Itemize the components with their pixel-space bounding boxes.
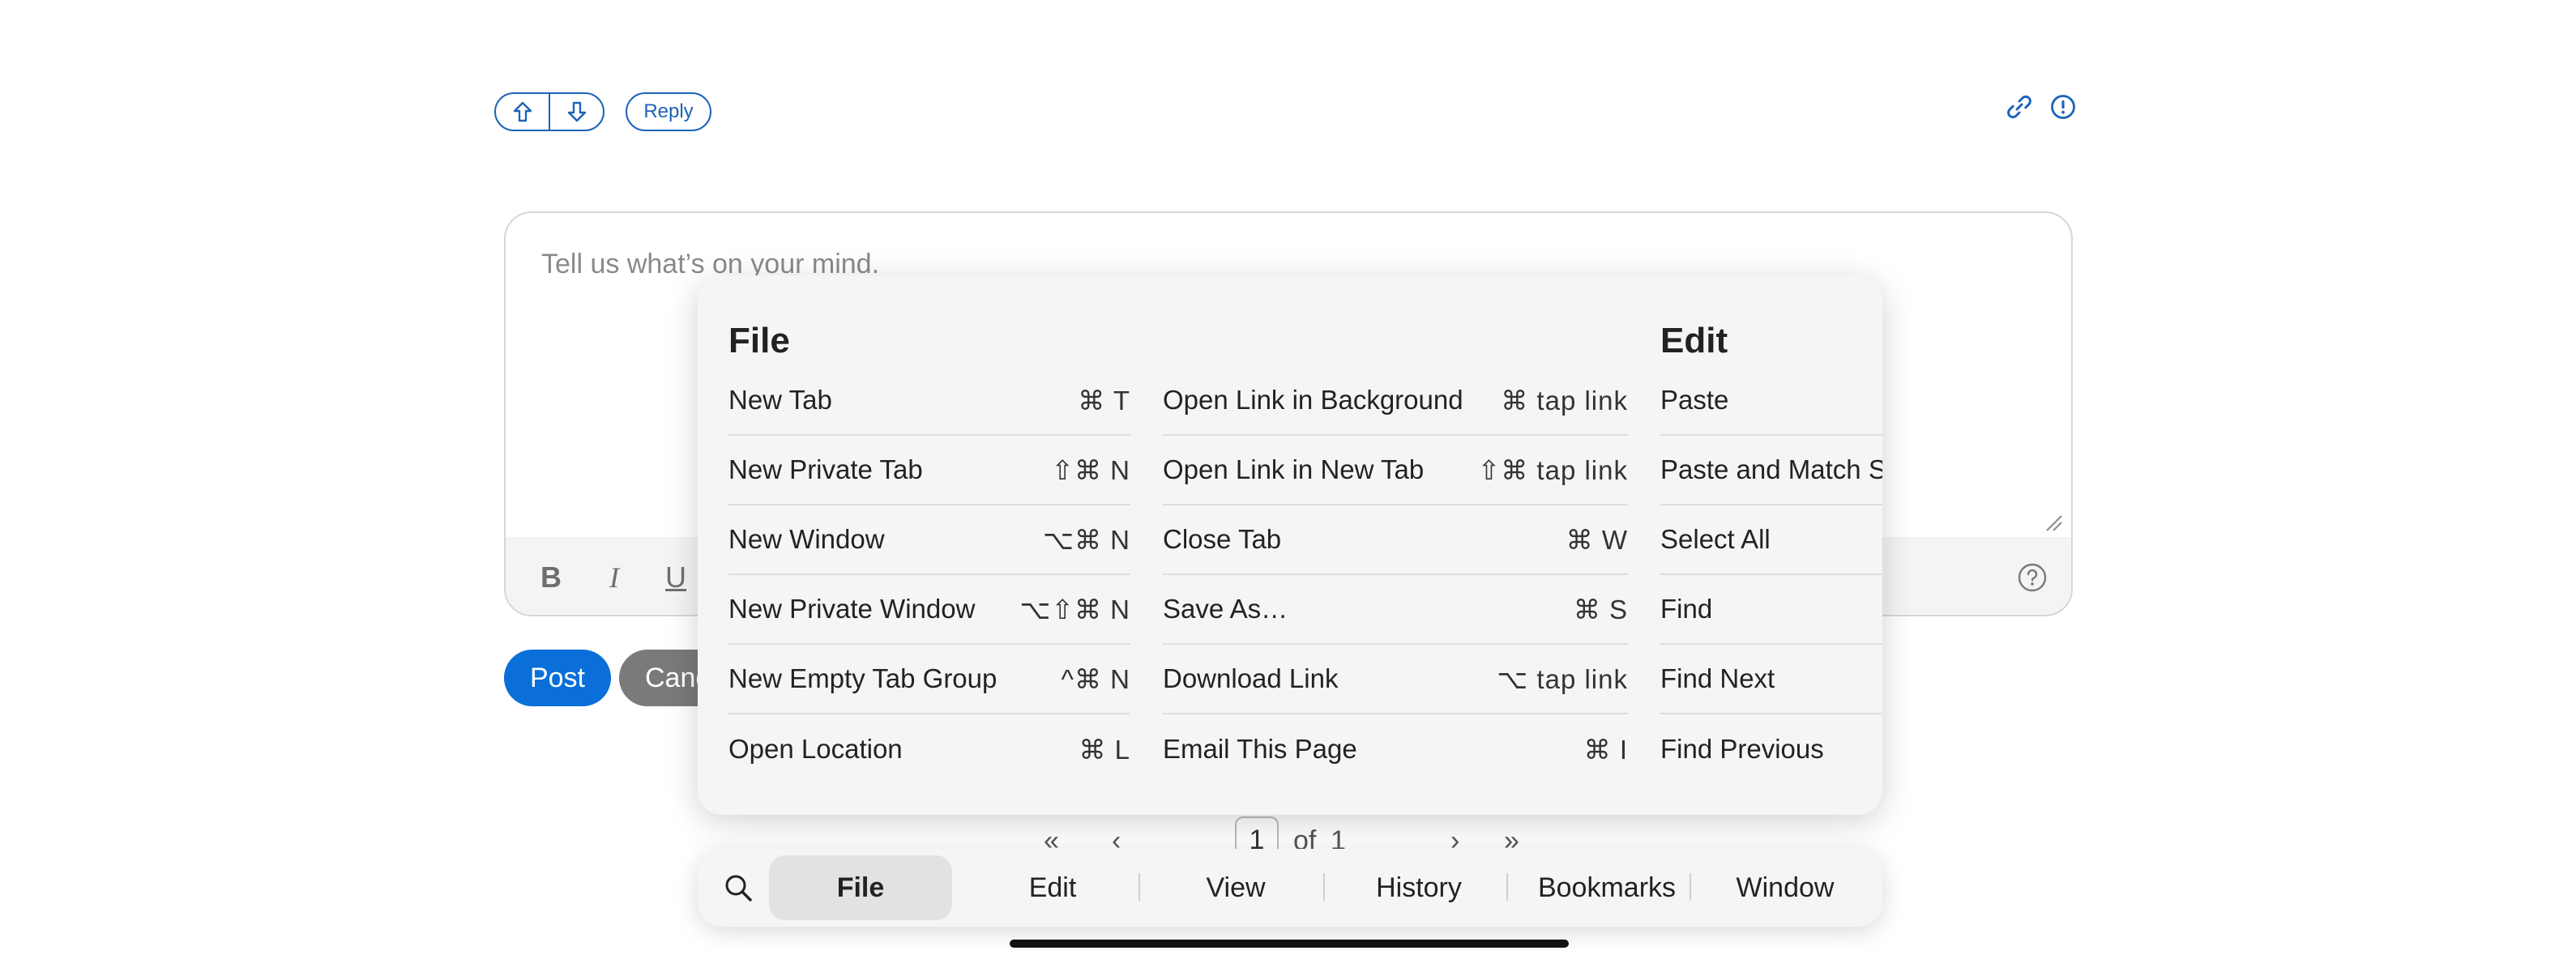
edit-section-title: Edit bbox=[1660, 321, 1728, 360]
alert-icon[interactable] bbox=[2047, 91, 2079, 123]
shortcut-label: New Tab bbox=[728, 385, 832, 415]
vote-group bbox=[494, 92, 604, 131]
shortcut-keys: ⌘ T bbox=[1078, 385, 1130, 416]
upvote-button[interactable] bbox=[496, 94, 549, 130]
shortcut-keys: ^⌘ N bbox=[1061, 663, 1130, 694]
shortcut-label: Download Link bbox=[1163, 663, 1339, 693]
shortcut-row[interactable]: Open Link in New Tab ⇧⌘ tap link bbox=[1163, 436, 1628, 505]
shortcut-label: Paste and Match St bbox=[1660, 454, 1882, 484]
tab-divider bbox=[1323, 873, 1325, 901]
tab-view[interactable]: View bbox=[1148, 855, 1323, 920]
shortcut-label: New Private Tab bbox=[728, 454, 923, 484]
shortcut-row[interactable]: New Empty Tab Group ^⌘ N bbox=[728, 645, 1130, 714]
reply-button[interactable]: Reply bbox=[626, 92, 711, 131]
shortcut-keys: ⌥ tap link bbox=[1497, 663, 1628, 694]
bold-button[interactable]: B bbox=[533, 560, 569, 595]
shortcut-row[interactable]: Close Tab ⌘ W bbox=[1163, 505, 1628, 575]
shortcut-label: Paste bbox=[1660, 385, 1729, 415]
shortcut-label: Find Next bbox=[1660, 663, 1775, 693]
shortcut-label: New Private Window bbox=[728, 594, 976, 624]
menu-tab-bar: File Edit View History Bookmarks Window bbox=[698, 849, 1882, 927]
post-button[interactable]: Post bbox=[504, 650, 611, 706]
link-icon[interactable] bbox=[2003, 91, 2036, 123]
shortcut-keys: ⌥⇧⌘ N bbox=[1019, 594, 1130, 624]
shortcut-keys: ⇧⌘ N bbox=[1051, 454, 1130, 485]
arrow-down-icon bbox=[567, 101, 586, 122]
tab-divider bbox=[1138, 873, 1140, 901]
tab-divider bbox=[1690, 873, 1691, 901]
shortcut-row[interactable]: Download Link ⌥ tap link bbox=[1163, 645, 1628, 714]
shortcut-keys: ⌥⌘ N bbox=[1042, 524, 1130, 555]
shortcut-label: Open Location bbox=[728, 734, 903, 764]
tab-file[interactable]: File bbox=[769, 855, 952, 920]
tab-window[interactable]: Window bbox=[1698, 855, 1873, 920]
shortcut-label: Open Link in Background bbox=[1163, 385, 1463, 415]
search-icon[interactable] bbox=[709, 855, 767, 920]
shortcut-label: Save As… bbox=[1163, 594, 1288, 624]
tab-edit[interactable]: Edit bbox=[965, 855, 1140, 920]
keyboard-shortcuts-popup: File Edit New Tab ⌘ T New Private Tab ⇧⌘… bbox=[698, 275, 1882, 815]
shortcut-label: Open Link in New Tab bbox=[1163, 454, 1425, 484]
home-indicator[interactable] bbox=[1010, 940, 1569, 948]
shortcut-label: Select All bbox=[1660, 524, 1771, 554]
shortcut-row[interactable]: Open Location ⌘ L bbox=[728, 714, 1130, 784]
shortcut-label: New Empty Tab Group bbox=[728, 663, 998, 693]
italic-button[interactable]: I bbox=[596, 560, 632, 595]
tab-bookmarks[interactable]: Bookmarks bbox=[1513, 855, 1701, 920]
resize-handle-icon[interactable] bbox=[2044, 513, 2063, 532]
shortcut-row[interactable]: New Tab ⌘ T bbox=[728, 366, 1130, 436]
shortcut-keys: ⌘ tap link bbox=[1501, 385, 1628, 416]
underline-button[interactable]: U bbox=[658, 560, 694, 595]
shortcut-label: Find Previous bbox=[1660, 734, 1824, 764]
shortcut-row[interactable]: New Window ⌥⌘ N bbox=[728, 505, 1130, 575]
shortcut-row[interactable]: Find bbox=[1660, 575, 1882, 645]
help-icon[interactable] bbox=[2014, 560, 2050, 595]
shortcut-keys: ⌘ L bbox=[1079, 734, 1130, 765]
tab-divider bbox=[1506, 873, 1508, 901]
shortcut-label: Find bbox=[1660, 594, 1713, 624]
arrow-up-icon bbox=[513, 101, 532, 122]
shortcut-row[interactable]: Paste bbox=[1660, 366, 1882, 436]
shortcut-label: New Window bbox=[728, 524, 885, 554]
shortcut-row[interactable]: Select All bbox=[1660, 505, 1882, 575]
shortcut-row[interactable]: Email This Page ⌘ I bbox=[1163, 714, 1628, 784]
shortcut-row[interactable]: Save As… ⌘ S bbox=[1163, 575, 1628, 645]
shortcut-keys: ⌘ W bbox=[1566, 524, 1628, 555]
shortcut-row[interactable]: Paste and Match St bbox=[1660, 436, 1882, 505]
shortcut-row[interactable]: New Private Tab ⇧⌘ N bbox=[728, 436, 1130, 505]
shortcut-row[interactable]: Find Next bbox=[1660, 645, 1882, 714]
shortcut-row[interactable]: Open Link in Background ⌘ tap link bbox=[1163, 366, 1628, 436]
tab-history[interactable]: History bbox=[1331, 855, 1506, 920]
shortcut-keys: ⌘ I bbox=[1583, 734, 1628, 765]
shortcut-keys: ⌘ S bbox=[1573, 594, 1628, 624]
shortcut-label: Close Tab bbox=[1163, 524, 1282, 554]
shortcut-row[interactable]: New Private Window ⌥⇧⌘ N bbox=[728, 575, 1130, 645]
shortcut-label: Email This Page bbox=[1163, 734, 1357, 764]
shortcut-row[interactable]: Find Previous bbox=[1660, 714, 1882, 784]
downvote-button[interactable] bbox=[549, 94, 603, 130]
file-section-title: File bbox=[728, 321, 790, 360]
shortcut-keys: ⇧⌘ tap link bbox=[1477, 454, 1628, 485]
